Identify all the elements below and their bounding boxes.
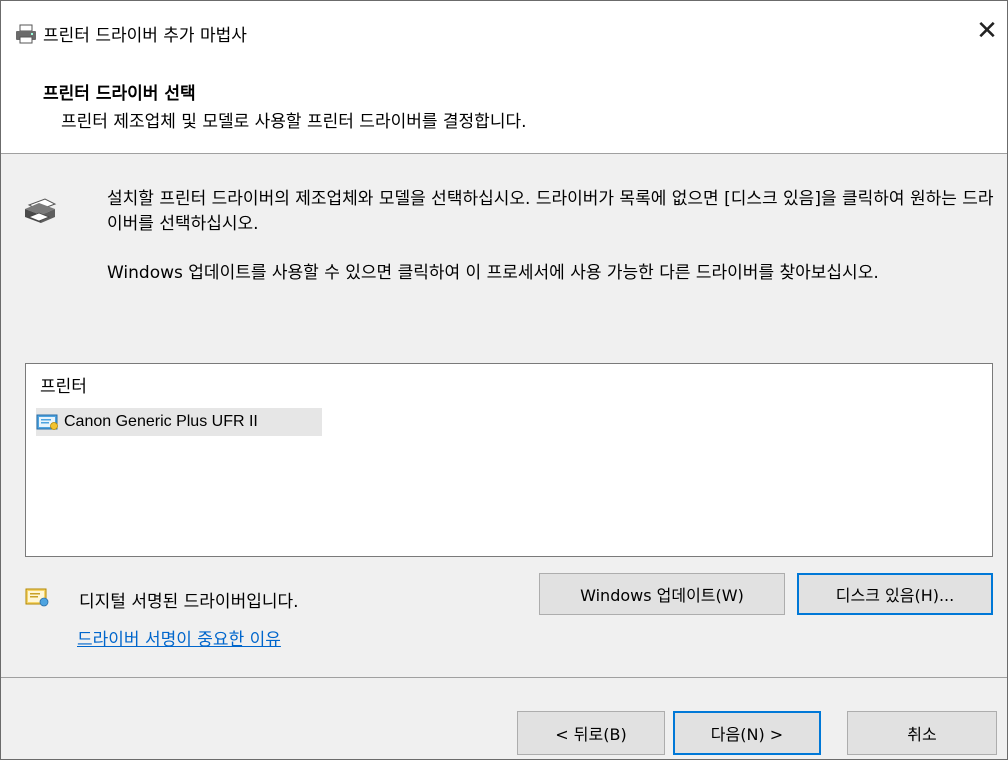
printer-icon [23, 195, 57, 225]
footer-divider [1, 677, 1007, 678]
close-button[interactable]: ✕ [967, 11, 1007, 51]
list-column-header: 프린터 [40, 377, 87, 397]
printer-title-icon [15, 23, 37, 45]
list-item-label: Canon Generic Plus UFR II [64, 413, 258, 430]
instruction-text: 설치할 프린터 드라이버의 제조업체와 모델을 선택하십시오. 드라이버가 목록… [107, 189, 994, 234]
page-title: 프린터 드라이버 선택 [43, 84, 196, 104]
wizard-window: 프린터 드라이버 추가 마법사 ✕ 프린터 드라이버 선택 프린터 제조업체 및… [0, 0, 1008, 760]
back-button[interactable]: < 뒤로(B) [517, 711, 665, 755]
signed-driver-icon [25, 585, 51, 609]
have-disk-button[interactable]: 디스크 있음(H)... [797, 573, 993, 615]
certificate-icon [36, 412, 60, 432]
wizard-header: 프린터 드라이버 선택 프린터 제조업체 및 모델로 사용할 프린터 드라이버를… [1, 65, 1007, 154]
next-button[interactable]: 다음(N) > [673, 711, 821, 755]
windows-update-button[interactable]: Windows 업데이트(W) [539, 573, 785, 615]
signature-info-link[interactable]: 드라이버 서명이 중요한 이유 [77, 625, 281, 650]
printer-driver-list[interactable]: 프린터 Canon Generic Plus UFR II [25, 363, 993, 557]
page-subtitle: 프린터 제조업체 및 모델로 사용할 프린터 드라이버를 결정합니다. [61, 112, 527, 132]
windows-update-hint: Windows 업데이트를 사용할 수 있으면 클릭하여 이 프로세서에 사용 … [107, 263, 879, 283]
title-bar: 프린터 드라이버 추가 마법사 ✕ [1, 1, 1007, 65]
list-item[interactable]: Canon Generic Plus UFR II [36, 408, 322, 436]
window-title: 프린터 드라이버 추가 마법사 [43, 26, 247, 46]
cancel-button[interactable]: 취소 [847, 711, 997, 755]
signature-status: 디지털 서명된 드라이버입니다. [79, 592, 299, 612]
